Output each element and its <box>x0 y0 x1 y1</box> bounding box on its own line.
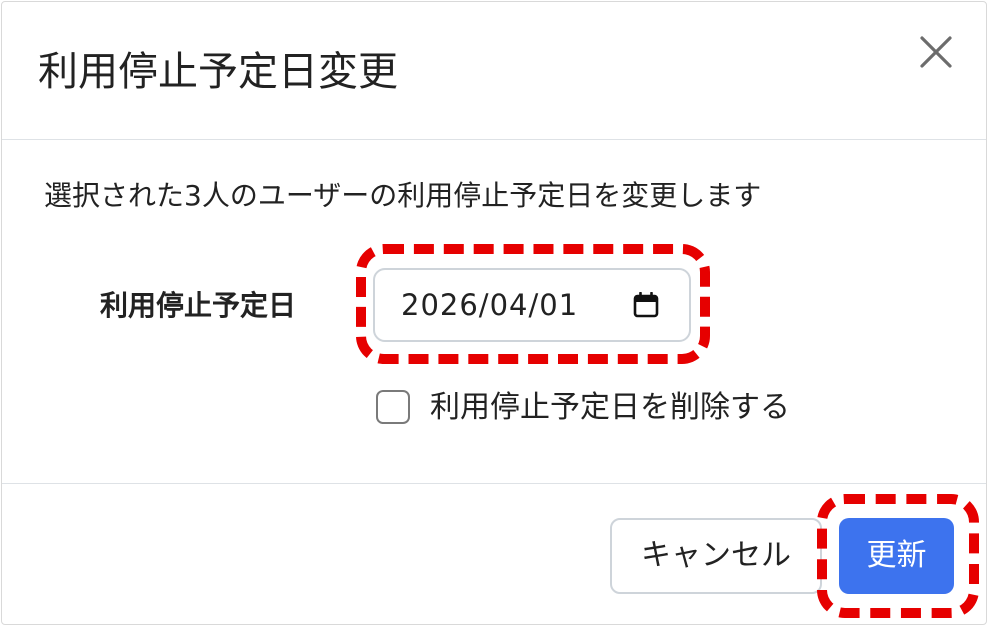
dialog-header: 利用停止予定日変更 <box>2 2 986 140</box>
dialog-body: 選択された3人のユーザーの利用停止予定日を変更します 利用停止予定日 2026/… <box>2 140 986 484</box>
close-button[interactable] <box>916 32 956 72</box>
date-input-value: 2026/04/01 <box>401 288 579 322</box>
change-suspension-date-dialog: 利用停止予定日変更 選択された3人のユーザーの利用停止予定日を変更します 利用停… <box>1 1 987 625</box>
suspension-date-label: 利用停止予定日 <box>100 289 297 322</box>
dialog-title: 利用停止予定日変更 <box>38 49 398 95</box>
dialog-footer: キャンセル 更新 <box>2 483 986 624</box>
suspension-date-input[interactable]: 2026/04/01 <box>373 268 691 342</box>
delete-date-checkbox-label[interactable]: 利用停止予定日を削除する <box>430 386 790 430</box>
update-button[interactable]: 更新 <box>839 518 954 594</box>
close-icon <box>920 36 952 68</box>
cancel-button[interactable]: キャンセル <box>610 518 822 594</box>
dialog-message: 選択された3人のユーザーの利用停止予定日を変更します <box>44 179 762 212</box>
delete-date-checkbox[interactable] <box>376 390 410 424</box>
calendar-icon[interactable] <box>633 292 659 318</box>
